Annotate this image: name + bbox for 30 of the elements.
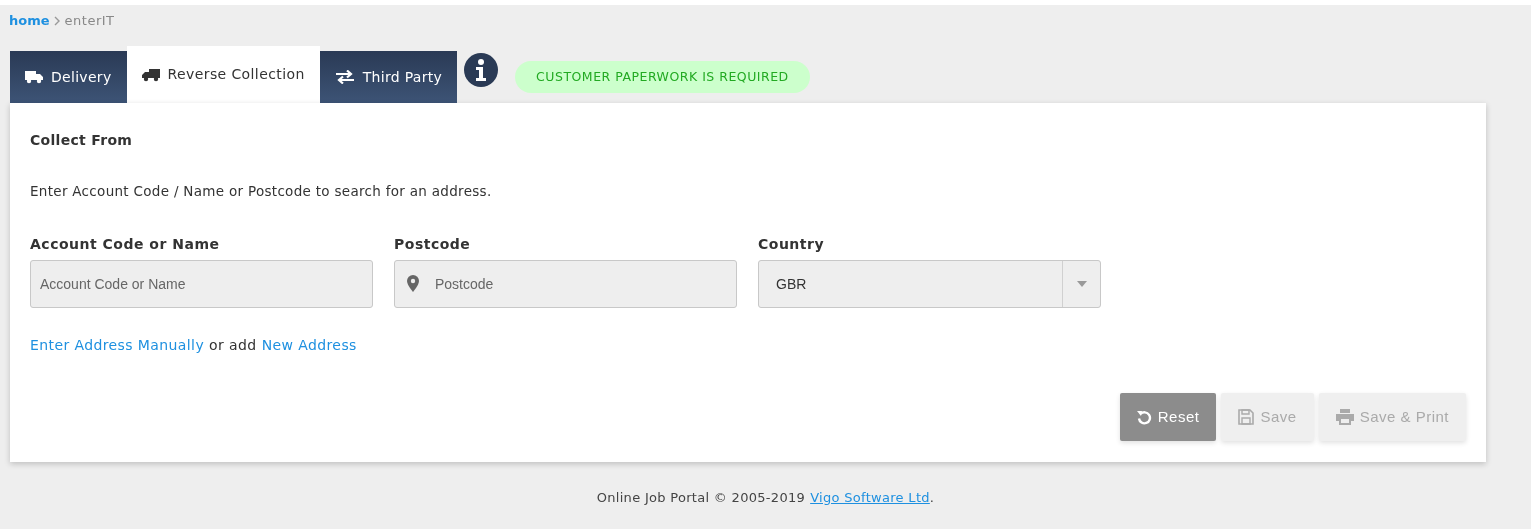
floppy-disk-icon [1238, 409, 1255, 425]
breadcrumb-link[interactable]: home [9, 11, 50, 31]
copyright-text: Online Job Portal © 2005-2019 [596, 489, 806, 508]
tab[interactable]: Third Party [319, 51, 458, 103]
breadcrumb-current: enterIT [64, 12, 115, 31]
notice-badge: CUSTOMER PAPERWORK IS REQUIRED [515, 61, 810, 93]
truck-icon [25, 70, 43, 84]
arrows-icon [334, 70, 355, 84]
field-label: Country [758, 235, 826, 255]
map-pin-icon [407, 275, 419, 293]
field-label: Postcode [394, 235, 472, 255]
reset-button[interactable]: Reset [1119, 393, 1217, 441]
instruction-text: Enter Account Code / Name or Postcode to search for an address. [30, 182, 493, 201]
input-field[interactable]: Postcode [394, 260, 737, 309]
tab[interactable]: Reverse Collection [126, 46, 320, 103]
input-field[interactable]: Account Code or Name [30, 260, 373, 309]
company-link[interactable]: Vigo Software Ltd [810, 488, 930, 508]
field-label: Account Code or Name [30, 235, 221, 255]
reset-icon [1136, 409, 1152, 425]
truck-icon [141, 67, 160, 82]
chevron-icon [53, 16, 61, 26]
new-address-link[interactable]: New Address [261, 335, 357, 357]
manual-address-link[interactable]: Enter Address Manually [30, 335, 205, 357]
info-icon[interactable] [464, 53, 499, 87]
printer-icon [1335, 409, 1354, 425]
period-text: . [929, 489, 935, 508]
country-select[interactable]: GBR [758, 260, 1101, 309]
joiner-text: or add [209, 336, 257, 356]
section-title: Collect From [30, 131, 134, 150]
tab[interactable]: Delivery [10, 51, 127, 103]
